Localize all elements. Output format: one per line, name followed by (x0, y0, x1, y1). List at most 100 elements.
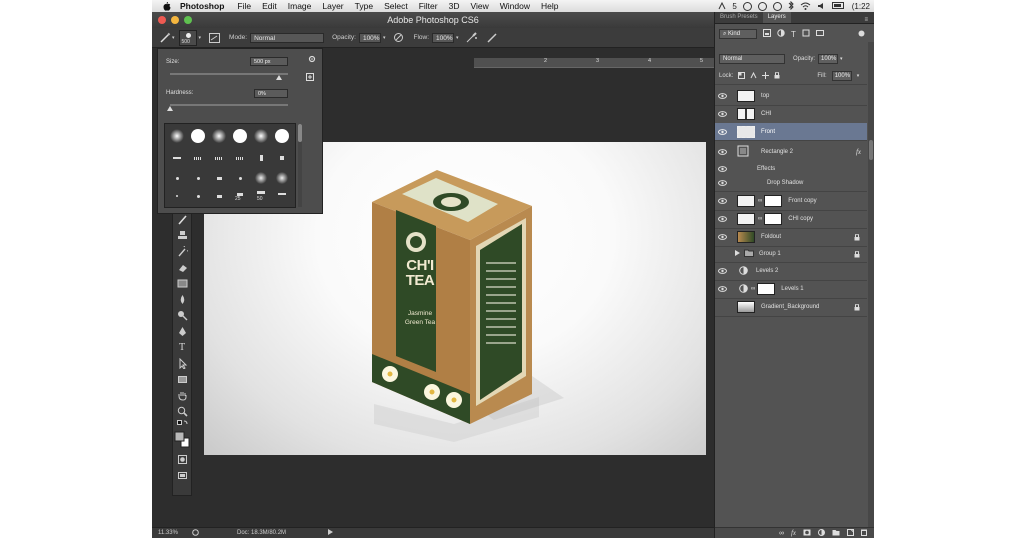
brush-picker-settings-gear-icon[interactable] (308, 55, 316, 65)
brush-preset-special[interactable] (167, 148, 187, 168)
menu-file[interactable]: File (237, 1, 251, 11)
layer-name[interactable]: Gradient_Background (761, 304, 819, 310)
mode-select[interactable]: Normal (250, 32, 325, 43)
brush-preset-small-round[interactable] (188, 168, 208, 188)
layer-name[interactable]: Rectangle 2 (761, 149, 793, 155)
layer-name[interactable]: Front copy (788, 198, 816, 204)
filter-pixel-icon[interactable] (763, 29, 771, 39)
minimize-window-button[interactable] (171, 16, 179, 24)
brush-preset-small-round[interactable] (188, 186, 208, 206)
layer-row[interactable]: Gradient_Background (715, 299, 867, 315)
default-colors-icon[interactable] (173, 419, 191, 429)
layer-mask-link-icon[interactable]: ∞ (758, 216, 762, 222)
layer-row[interactable]: Rectangle 2 fx (715, 144, 867, 160)
brush-preset-small-round[interactable] (209, 168, 229, 188)
layer-name[interactable]: CHI copy (788, 216, 813, 222)
brush-preset-special[interactable] (251, 148, 271, 168)
brush-preset-hard-round[interactable] (188, 126, 208, 146)
visibility-eye-icon[interactable] (715, 128, 729, 135)
zoom-level[interactable]: 11.33% (158, 530, 184, 536)
layer-effect-item[interactable]: Drop Shadow (715, 176, 867, 190)
delete-layer-trash-icon[interactable] (861, 529, 867, 538)
sync-icon[interactable] (757, 2, 767, 11)
hardness-slider-handle-icon[interactable] (167, 104, 173, 113)
screen-mode-icon[interactable] (173, 467, 191, 483)
menu-window[interactable]: Window (500, 1, 530, 11)
brush-size-field[interactable]: 500 px (250, 57, 288, 66)
filter-toggle-icon[interactable] (858, 30, 865, 39)
filter-type-icon[interactable]: T (791, 30, 796, 39)
brush-preset-hard-round[interactable] (272, 126, 292, 146)
filter-shape-icon[interactable] (802, 29, 810, 39)
menu-edit[interactable]: Edit (262, 1, 277, 11)
zoom-window-button[interactable] (184, 16, 192, 24)
expand-group-icon[interactable] (735, 250, 740, 258)
flow-field[interactable]: 100% (432, 32, 454, 43)
layer-mask-link-icon[interactable]: ∞ (758, 198, 762, 204)
layer-name[interactable]: Group 1 (759, 251, 781, 257)
brush-presets-scroll-thumb[interactable] (298, 124, 302, 142)
layer-mask-link-icon[interactable]: ∞ (751, 286, 755, 292)
lock-image-icon[interactable] (750, 71, 757, 81)
layer-opacity-dropdown-icon[interactable]: ▾ (840, 56, 843, 62)
add-layer-style-icon[interactable]: fx (791, 529, 796, 537)
lock-position-icon[interactable] (762, 71, 770, 81)
rectangle-tool-icon[interactable] (173, 371, 191, 387)
tab-brush-presets[interactable]: Brush Presets (715, 12, 763, 23)
brush-preset-small-round[interactable] (167, 168, 187, 188)
menu-type[interactable]: Type (355, 1, 373, 11)
layer-row[interactable]: CHI (715, 106, 867, 122)
brush-preset-soft-round[interactable] (251, 126, 271, 146)
info-icon[interactable] (772, 2, 782, 11)
layer-fill-dropdown-icon[interactable]: ▾ (857, 73, 860, 79)
layer-opacity-field[interactable]: 100% (818, 54, 839, 64)
layer-name[interactable]: Foldout (761, 234, 781, 240)
panel-menu-icon[interactable]: ≡ (864, 17, 868, 23)
pressure-size-icon[interactable] (485, 31, 499, 45)
layer-effects-fx-icon[interactable]: fx (856, 148, 861, 156)
layer-name[interactable]: Drop Shadow (767, 180, 803, 186)
flow-dropdown-icon[interactable]: ▾ (456, 35, 459, 41)
brush-preset-soft-round[interactable] (167, 126, 187, 146)
brush-hardness-field[interactable]: 0% (254, 89, 288, 98)
timemachine-icon[interactable] (742, 2, 752, 11)
menu-layer[interactable]: Layer (322, 1, 343, 11)
new-preset-icon[interactable] (306, 73, 314, 83)
layer-mask-thumbnail[interactable] (757, 283, 776, 295)
filter-smart-object-icon[interactable] (815, 29, 824, 39)
pressure-opacity-icon[interactable] (391, 31, 405, 45)
lock-all-icon[interactable] (774, 71, 780, 81)
layers-scroll-thumb[interactable] (869, 140, 873, 160)
wifi-icon[interactable] (800, 2, 811, 12)
visibility-eye-icon[interactable] (715, 111, 729, 117)
brush-preset-hard-round[interactable] (230, 126, 250, 146)
tab-layers[interactable]: Layers (762, 12, 791, 23)
menubar-clock[interactable]: (1:22 (852, 2, 870, 11)
brush-preset-small-round[interactable] (167, 186, 187, 206)
layer-mask-thumbnail[interactable] (764, 195, 783, 207)
hand-tool-icon[interactable] (173, 387, 191, 403)
airbrush-icon[interactable] (465, 31, 479, 45)
visibility-eye-icon[interactable] (715, 93, 729, 99)
visibility-eye-icon[interactable] (715, 216, 729, 222)
filter-adjustment-icon[interactable] (777, 29, 785, 39)
bluetooth-icon[interactable] (788, 0, 794, 12)
status-circle-icon[interactable] (192, 528, 199, 538)
pen-tool-icon[interactable] (173, 323, 191, 339)
brush-preset-special[interactable] (230, 148, 250, 168)
brush-preset-small-round[interactable] (209, 186, 229, 206)
layer-name[interactable]: top (761, 93, 769, 99)
brush-size-slider[interactable] (170, 73, 288, 75)
zoom-tool-icon[interactable] (173, 403, 191, 419)
layer-name[interactable]: Effects (757, 166, 775, 172)
visibility-eye-icon[interactable] (715, 149, 729, 155)
brush-tool-preset-icon[interactable] (158, 31, 172, 45)
visibility-eye-icon[interactable] (715, 268, 729, 274)
add-mask-icon[interactable] (803, 529, 811, 538)
layer-row[interactable]: ∞ Front copy (715, 193, 867, 209)
menu-view[interactable]: View (470, 1, 488, 11)
layer-effects-row[interactable]: Effects (715, 162, 867, 176)
layer-row[interactable]: ∞ CHI copy (715, 211, 867, 227)
opacity-dropdown-icon[interactable]: ▾ (383, 35, 386, 41)
brush-preset-special[interactable] (209, 148, 229, 168)
